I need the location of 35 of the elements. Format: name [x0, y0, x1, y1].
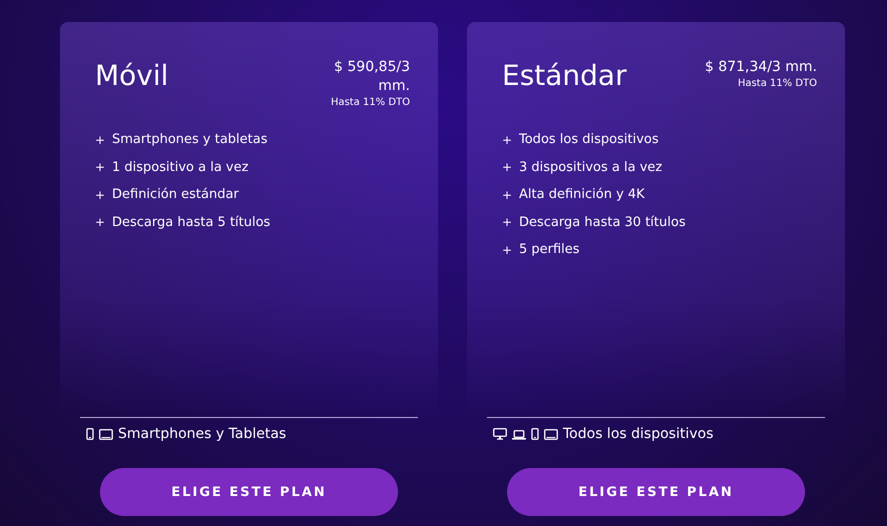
- plus-icon: +: [502, 160, 519, 174]
- discount-label: Hasta 11% DTO: [736, 77, 817, 91]
- plus-icon: +: [502, 132, 519, 147]
- feature-text: 1 dispositivo a la vez: [112, 160, 248, 175]
- feature-text: Smartphones y tabletas: [112, 132, 268, 148]
- feature-text: Descarga hasta 30 títulos: [519, 214, 686, 230]
- plus-icon: +: [95, 132, 112, 147]
- devices-label: Smartphones y Tabletas: [118, 426, 286, 442]
- plan-price: mm.: [377, 77, 410, 96]
- feature-text: Descarga hasta 5 títulos: [112, 214, 270, 230]
- plan-price: $ 871,34/3 mm.: [704, 58, 817, 77]
- devices-label: Todos los dispositivos: [563, 426, 714, 442]
- phone-icon: [531, 428, 539, 440]
- feature-text: 5 perfiles: [519, 242, 580, 258]
- choose-plan-button[interactable]: ELIGE ESTE PLAN: [100, 468, 398, 516]
- plus-icon: +: [502, 242, 519, 257]
- plus-icon: +: [502, 188, 519, 202]
- plan-price: $ 590,85/3: [333, 58, 410, 77]
- tablet-icon: [99, 428, 113, 440]
- plus-icon: +: [95, 215, 112, 230]
- plus-icon: +: [95, 160, 112, 174]
- plus-icon: +: [95, 188, 112, 202]
- tablet-icon: [544, 428, 558, 440]
- plus-icon: +: [502, 215, 519, 230]
- plan-title: Estándar: [502, 58, 627, 94]
- plan-title: Móvil: [95, 58, 168, 94]
- feature-text: Definición estándar: [112, 187, 239, 202]
- phone-icon: [86, 428, 94, 440]
- feature-text: Alta definición y 4K: [519, 187, 645, 202]
- laptop-icon: [512, 428, 526, 440]
- monitor-icon: [493, 428, 507, 440]
- discount-label: Hasta 11% DTO: [330, 96, 410, 110]
- feature-text: 3 dispositivos a la vez: [519, 160, 662, 175]
- feature-text: Todos los dispositivos: [519, 132, 659, 148]
- choose-plan-button[interactable]: ELIGE ESTE PLAN: [507, 468, 805, 516]
